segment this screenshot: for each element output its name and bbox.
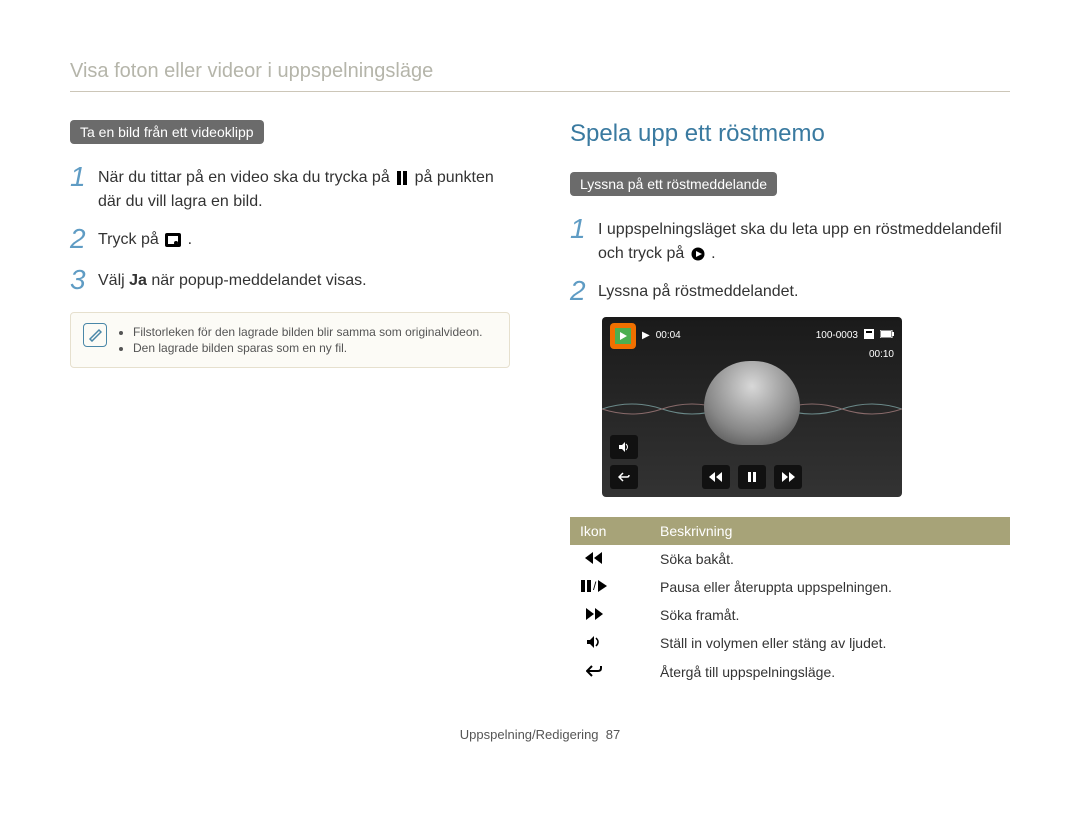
- desc-cell: Söka bakåt.: [650, 545, 1010, 573]
- r-step1-text-a: I uppspelningsläget ska du leta upp en r…: [598, 221, 1002, 262]
- step-number: 1: [70, 162, 98, 193]
- svg-text:/: /: [593, 580, 597, 592]
- step2-text-a: Tryck på: [98, 231, 163, 248]
- step3-text-a: Välj: [98, 272, 129, 289]
- note-item: Den lagrade bilden sparas som en ny fil.: [133, 341, 483, 355]
- forward-button: [774, 465, 802, 489]
- table-row: Ställ in volymen eller stäng av ljudet.: [570, 629, 1010, 658]
- step-2: 2 Tryck på .: [70, 224, 510, 255]
- right-column: Spela upp ett röstmemo Lyssna på ett rös…: [570, 120, 1010, 687]
- step3-bold: Ja: [129, 272, 147, 289]
- icon-description-table: Ikon Beskrivning Söka bakåt. / Pausa ell…: [570, 517, 1010, 687]
- footer-section: Uppspelning/Redigering: [460, 727, 599, 742]
- battery-icon: [880, 330, 894, 341]
- desc-cell: Pausa eller återuppta uppspelningen.: [650, 573, 1010, 601]
- desc-cell: Återgå till uppspelningsläge.: [650, 658, 1010, 687]
- r-step2-text: Lyssna på röstmeddelandet.: [598, 276, 798, 304]
- forward-icon: [580, 608, 608, 620]
- step-3: 3 Välj Ja när popup-meddelandet visas.: [70, 265, 510, 296]
- elapsed-time: 00:04: [656, 330, 681, 341]
- chip-listen-voice: Lyssna på ett röstmeddelande: [570, 172, 777, 196]
- rewind-icon: [580, 552, 608, 564]
- table-row: Återgå till uppspelningsläge.: [570, 658, 1010, 687]
- desc-cell: Ställ in volymen eller stäng av ljudet.: [650, 629, 1010, 658]
- left-column: Ta en bild från ett videoklipp 1 När du …: [70, 120, 510, 687]
- memo-icon: [864, 329, 874, 342]
- capture-icon: [165, 233, 181, 247]
- pause-icon: [396, 171, 408, 185]
- voice-player-screenshot: ▶ 00:04 100-0003 00:10: [602, 317, 902, 497]
- step-1: 1 När du tittar på en video ska du tryck…: [70, 162, 510, 214]
- r-step1-text-b: .: [711, 245, 715, 262]
- step-2-right: 2 Lyssna på röstmeddelandet.: [570, 276, 1010, 307]
- pause-play-icon: /: [580, 580, 608, 592]
- back-button: [610, 465, 638, 489]
- page-footer: Uppspelning/Redigering 87: [70, 727, 1010, 742]
- step-number: 2: [70, 224, 98, 255]
- desc-cell: Söka framåt.: [650, 601, 1010, 629]
- step-1-right: 1 I uppspelningsläget ska du leta upp en…: [570, 214, 1010, 266]
- step3-text-b: när popup-meddelandet visas.: [147, 272, 367, 289]
- table-row: / Pausa eller återuppta uppspelningen.: [570, 573, 1010, 601]
- section-heading: Spela upp ett röstmemo: [570, 120, 1010, 148]
- player-thumb: [610, 323, 636, 349]
- note-item: Filstorleken för den lagrade bilden blir…: [133, 325, 483, 339]
- chip-capture-frame: Ta en bild från ett videoklipp: [70, 120, 264, 144]
- total-time: 00:10: [869, 349, 894, 360]
- step-number: 2: [570, 276, 598, 307]
- rewind-button: [702, 465, 730, 489]
- play-circle-icon: [691, 247, 705, 261]
- th-desc: Beskrivning: [650, 517, 1010, 545]
- note-box: Filstorleken för den lagrade bilden blir…: [70, 312, 510, 368]
- footer-page-number: 87: [606, 727, 620, 742]
- volume-icon: [580, 635, 608, 649]
- return-icon: [580, 664, 608, 678]
- note-icon: [83, 323, 107, 347]
- step-number: 3: [70, 265, 98, 296]
- table-row: Söka bakåt.: [570, 545, 1010, 573]
- pause-button: [738, 465, 766, 489]
- page-title: Visa foton eller videor i uppspelningslä…: [70, 60, 1010, 92]
- step2-text-b: .: [188, 231, 192, 248]
- file-index: 100-0003: [816, 330, 858, 341]
- step-number: 1: [570, 214, 598, 245]
- microphone-graphic: [704, 361, 800, 445]
- play-indicator-icon: ▶: [642, 330, 650, 341]
- step1-text-a: När du tittar på en video ska du trycka …: [98, 169, 394, 186]
- volume-button: [610, 435, 638, 459]
- th-icon: Ikon: [570, 517, 650, 545]
- table-row: Söka framåt.: [570, 601, 1010, 629]
